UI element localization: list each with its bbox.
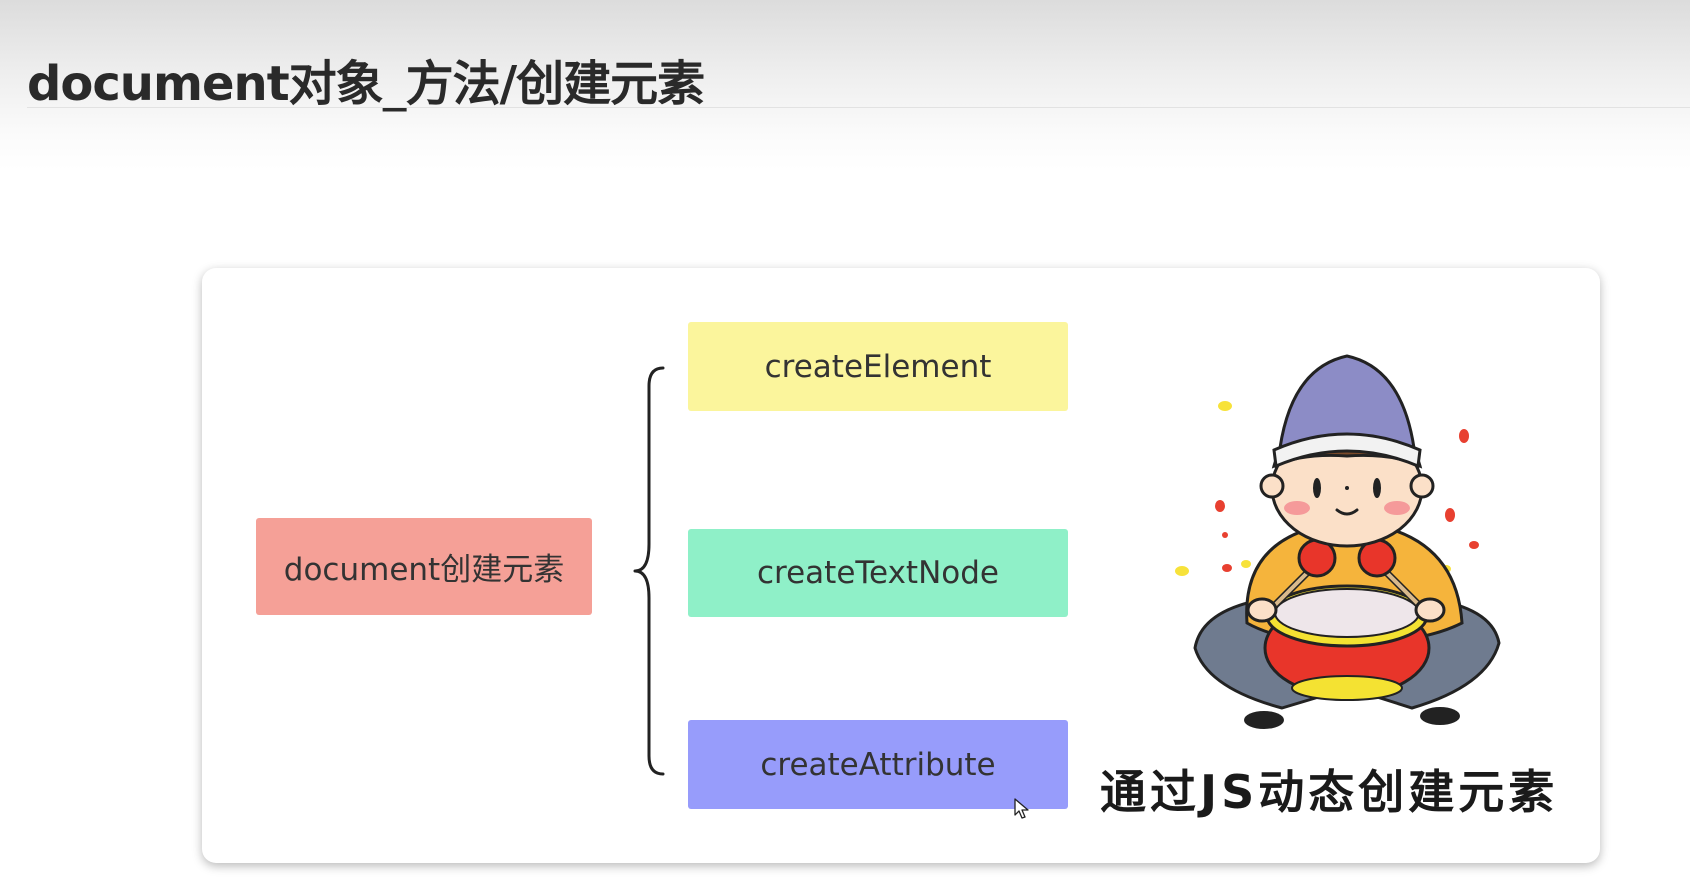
child-node-create-element: createElement [688,322,1068,411]
child-node-create-text-node: createTextNode [688,529,1068,617]
child-node-create-attribute: createAttribute [688,720,1068,809]
root-node: document创建元素 [256,518,592,615]
diagram-card: document创建元素 createElement createTextNod… [202,268,1600,863]
page-title: document对象_方法/创建元素 [27,56,705,112]
drummer-boy-illustration [1175,354,1501,729]
illustration-caption: 通过JS动态创建元素 [1100,765,1559,819]
curly-brace-connector [633,366,665,776]
title-divider [27,107,1690,108]
mouse-pointer-icon [1014,798,1029,819]
